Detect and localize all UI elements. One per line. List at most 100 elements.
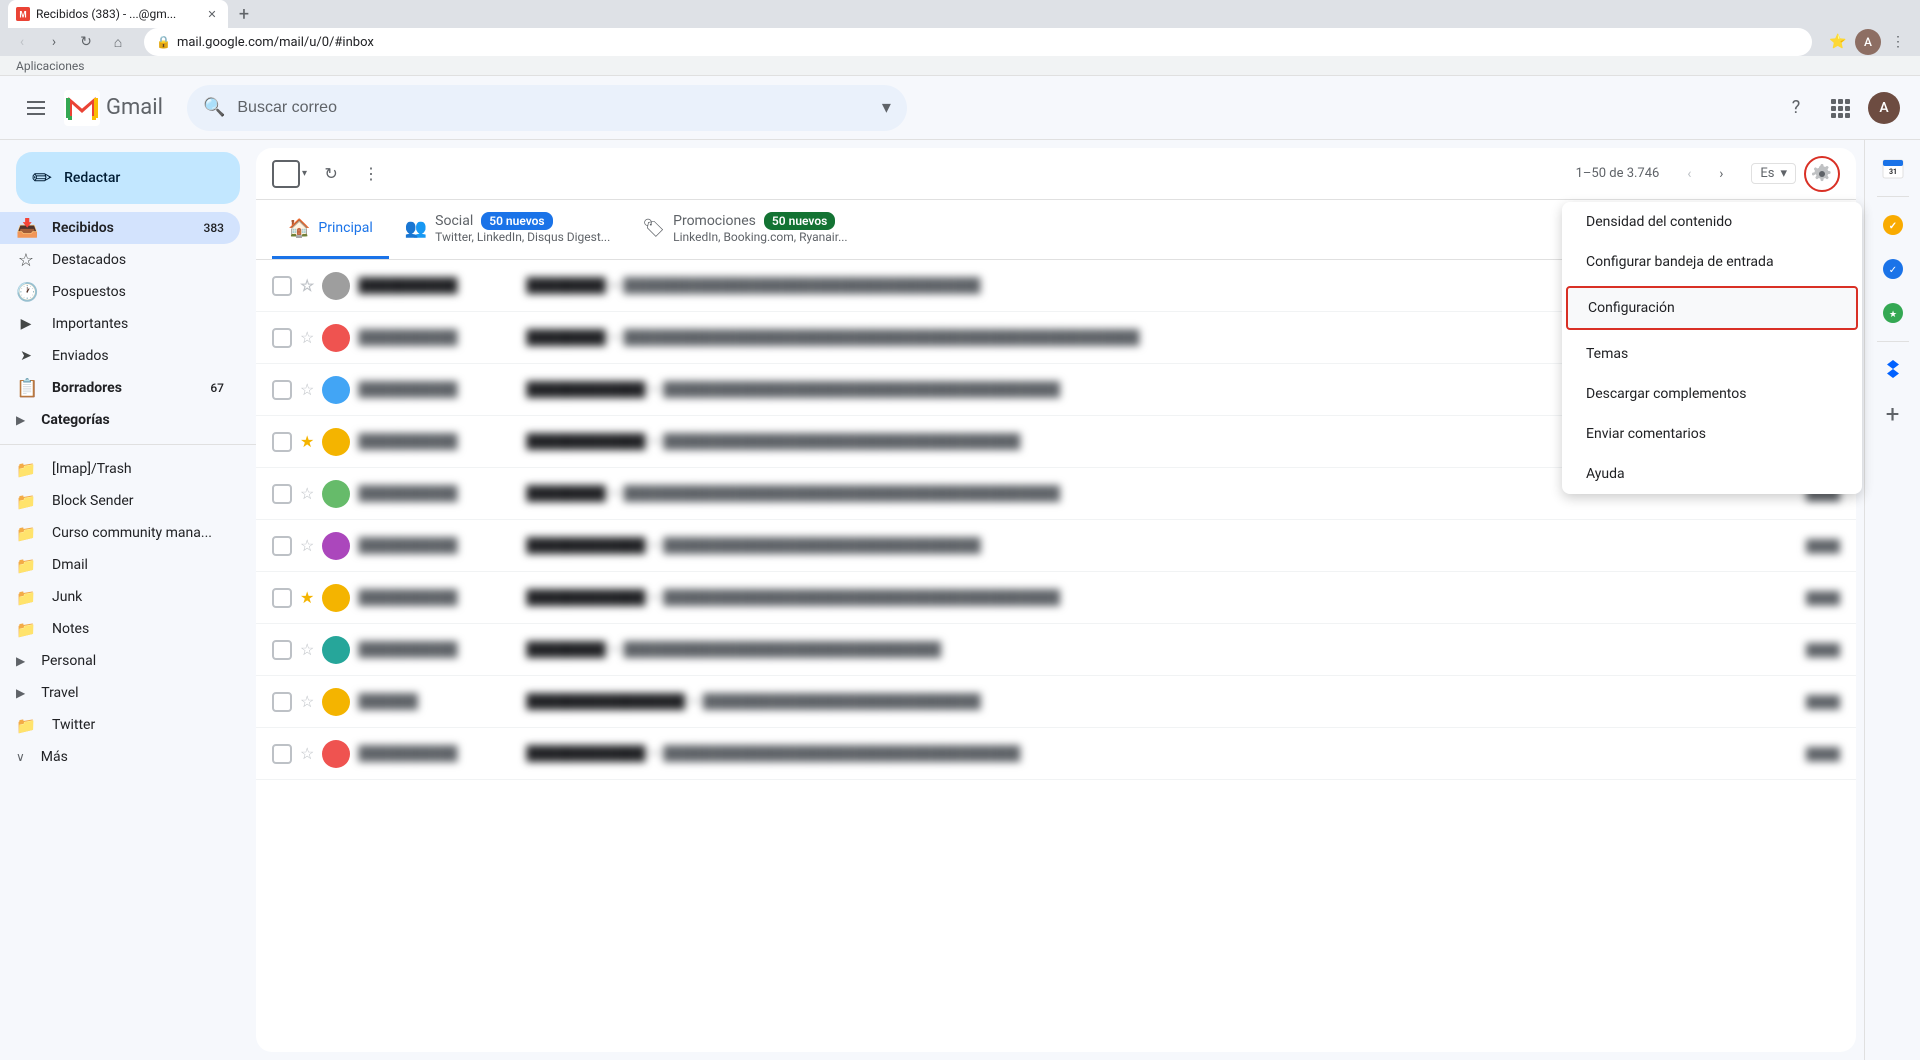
settings-gear-button[interactable] [1804, 156, 1840, 192]
help-button[interactable]: ? [1776, 88, 1816, 128]
sidebar-label-enviados: Enviados [52, 348, 224, 364]
refresh-button[interactable]: ↻ [315, 158, 347, 190]
avatar [322, 428, 350, 456]
row-checkbox[interactable] [272, 588, 292, 608]
keep-button[interactable]: ✓ [1873, 249, 1913, 289]
tab-promociones[interactable]: 🏷 Promociones 50 nuevos LinkedIn, Bookin… [626, 200, 863, 259]
sidebar-label-junk: Junk [52, 589, 224, 605]
settings-item-highlighted[interactable]: Configuración [1566, 286, 1858, 330]
search-input[interactable] [237, 99, 870, 117]
dropbox-button[interactable] [1873, 350, 1913, 390]
tab-principal[interactable]: 🏠 Principal [272, 200, 389, 259]
inbox-type-select[interactable]: Es ▾ [1751, 163, 1796, 184]
compose-button[interactable]: ✏ Redactar [16, 152, 240, 204]
add-app-button[interactable]: + [1873, 394, 1913, 434]
row-checkbox[interactable] [272, 328, 292, 348]
gmail-logo: Gmail [64, 90, 163, 126]
row-checkbox[interactable] [272, 536, 292, 556]
table-row[interactable]: ☆ ██████████ ████████ — ████████████████… [256, 624, 1856, 676]
home-button[interactable]: ⌂ [104, 28, 132, 56]
row-sender: ██████████ [358, 329, 518, 346]
close-tab-button[interactable]: ✕ [204, 6, 220, 22]
profile-avatar: A [1855, 29, 1881, 55]
profile-button[interactable]: A [1854, 28, 1882, 56]
row-star-icon[interactable]: ☆ [300, 328, 314, 347]
more-actions-button[interactable]: ⋮ [355, 158, 387, 190]
reload-button[interactable]: ↻ [72, 28, 100, 56]
apps-grid-button[interactable] [1820, 88, 1860, 128]
sidebar-item-importantes[interactable]: ▶ Importantes [0, 308, 240, 340]
row-star-icon[interactable]: ☆ [300, 276, 314, 295]
row-star-icon[interactable]: ☆ [300, 536, 314, 555]
forward-button[interactable]: › [40, 28, 68, 56]
sidebar-item-junk[interactable]: 📁 Junk [0, 581, 240, 613]
sidebar-item-personal[interactable]: ▶ Personal [0, 645, 240, 677]
search-caret-icon[interactable]: ▾ [882, 97, 891, 118]
row-checkbox[interactable] [272, 432, 292, 452]
configure-inbox-item[interactable]: Configurar bandeja de entrada [1562, 242, 1862, 282]
sidebar-item-notes[interactable]: 📁 Notes [0, 613, 240, 645]
sidebar-item-curso-community[interactable]: 📁 Curso community mana... [0, 517, 240, 549]
sidebar-item-pospuestos[interactable]: 🕐 Pospuestos [0, 276, 240, 308]
sidebar-item-destacados[interactable]: ☆ Destacados [0, 244, 240, 276]
row-checkbox[interactable] [272, 484, 292, 504]
new-tab-button[interactable]: + [230, 0, 258, 28]
row-checkbox[interactable] [272, 744, 292, 764]
next-page-button[interactable]: › [1707, 160, 1735, 188]
sidebar-item-borradores[interactable]: 📋 Borradores 67 [0, 372, 240, 404]
row-checkbox[interactable] [272, 380, 292, 400]
row-content: ████████████ — █████████████████████████… [526, 589, 1772, 606]
right-divider [1877, 196, 1909, 197]
addons-item[interactable]: Descargar complementos [1562, 374, 1862, 414]
row-sender: ██████████ [358, 433, 518, 450]
sidebar-item-mas[interactable]: ∨ Más [0, 741, 240, 773]
table-row[interactable]: ☆ ██████ ████████████████ — ████████████… [256, 676, 1856, 728]
sidebar-item-enviados[interactable]: ➤ Enviados [0, 340, 240, 372]
row-star-icon[interactable]: ☆ [300, 380, 314, 399]
tab-social[interactable]: 👥 Social 50 nuevos Twitter, LinkedIn, Di… [389, 200, 627, 259]
select-dropdown-icon[interactable]: ▾ [302, 168, 307, 179]
density-item[interactable]: Densidad del contenido [1562, 202, 1862, 242]
row-star-icon[interactable]: ☆ [300, 640, 314, 659]
row-star-icon[interactable]: ★ [300, 432, 314, 451]
address-bar[interactable]: 🔒 mail.google.com/mail/u/0/#inbox [144, 28, 1812, 56]
toolbar-right: ⭐ A ⋮ [1824, 28, 1912, 56]
help-item[interactable]: Ayuda [1562, 454, 1862, 494]
prev-page-button[interactable]: ‹ [1675, 160, 1703, 188]
contacts-button[interactable]: ★ [1873, 293, 1913, 333]
more-button[interactable]: ⋮ [1884, 28, 1912, 56]
account-button[interactable]: A [1864, 88, 1904, 128]
settings-item-label: Configuración [1568, 288, 1856, 328]
sidebar-item-categorias[interactable]: ▶ Categorías [0, 404, 240, 436]
row-time: ████ [1780, 643, 1840, 657]
tasks-button[interactable]: ✓ [1873, 205, 1913, 245]
row-star-icon[interactable]: ★ [300, 588, 314, 607]
sidebar-item-block-sender[interactable]: 📁 Block Sender [0, 485, 240, 517]
sidebar-item-twitter[interactable]: 📁 Twitter [0, 709, 240, 741]
row-checkbox[interactable] [272, 640, 292, 660]
row-star-icon[interactable]: ☆ [300, 692, 314, 711]
table-row[interactable]: ★ ██████████ ████████████ — ████████████… [256, 572, 1856, 624]
table-row[interactable]: ☆ ██████████ ████████████ — ████████████… [256, 520, 1856, 572]
sidebar-item-travel[interactable]: ▶ Travel [0, 677, 240, 709]
back-button[interactable]: ‹ [8, 28, 36, 56]
calendar-button[interactable]: 31 [1873, 148, 1913, 188]
recibidos-count: 383 [204, 221, 224, 235]
menu-button[interactable] [16, 88, 56, 128]
browser-chrome: M Recibidos (383) - ...@gm... ✕ + ‹ › ↻ … [0, 0, 1920, 56]
active-tab[interactable]: M Recibidos (383) - ...@gm... ✕ [8, 0, 228, 28]
themes-item[interactable]: Temas [1562, 334, 1862, 374]
row-checkbox[interactable] [272, 276, 292, 296]
row-checkbox[interactable] [272, 692, 292, 712]
tab-title: Recibidos (383) - ...@gm... [36, 7, 198, 21]
extensions-button[interactable]: ⭐ [1824, 28, 1852, 56]
select-all-checkbox[interactable] [272, 160, 300, 188]
sidebar-item-imap-trash[interactable]: 📁 [Imap]/Trash [0, 453, 240, 485]
row-star-icon[interactable]: ☆ [300, 744, 314, 763]
sidebar-item-recibidos[interactable]: 📥 Recibidos 383 [0, 212, 240, 244]
search-box[interactable]: 🔍 ▾ [187, 85, 907, 131]
sidebar-item-dmail[interactable]: 📁 Dmail [0, 549, 240, 581]
row-star-icon[interactable]: ☆ [300, 484, 314, 503]
table-row[interactable]: ☆ ██████████ ████████████ — ████████████… [256, 728, 1856, 780]
feedback-item[interactable]: Enviar comentarios [1562, 414, 1862, 454]
